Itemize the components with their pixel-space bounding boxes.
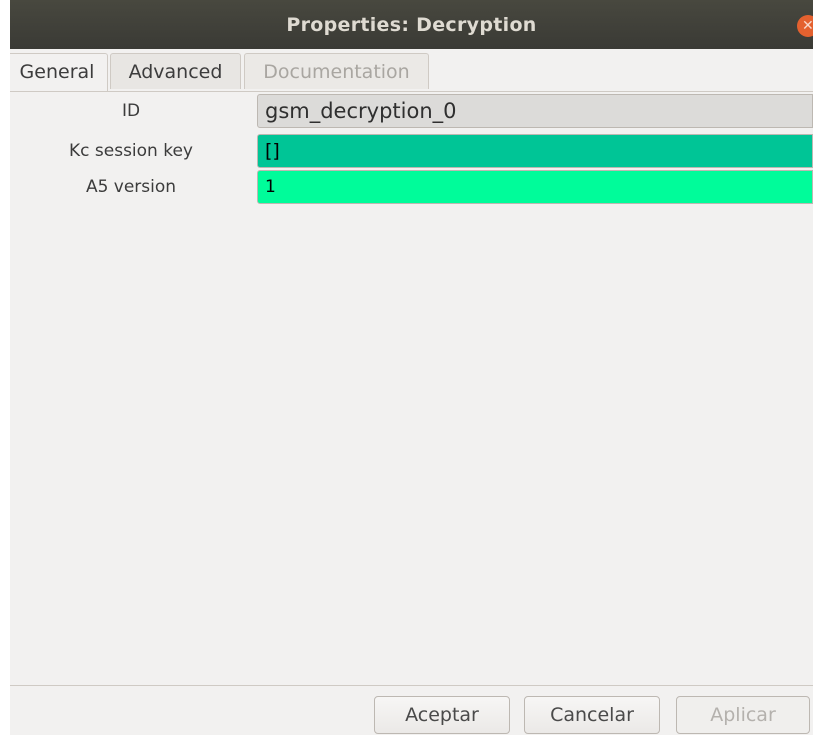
button-separator <box>10 685 813 686</box>
a5-version-field[interactable] <box>257 170 813 204</box>
aceptar-button[interactable]: Aceptar <box>374 696 510 734</box>
field-row-kc-session-key: Kc session key <box>10 134 813 168</box>
id-label: ID <box>121 101 141 121</box>
aplicar-button: Aplicar <box>676 696 810 734</box>
window-title: Properties: Decryption <box>286 13 537 36</box>
field-row-a5-version: A5 version <box>10 170 813 204</box>
a5-version-label: A5 version <box>85 177 177 197</box>
title-bar[interactable]: Properties: Decryption ✕ <box>10 0 813 49</box>
kc-session-key-field[interactable] <box>257 134 813 168</box>
tab-advanced[interactable]: Advanced <box>110 53 241 89</box>
close-icon[interactable]: ✕ <box>797 15 813 37</box>
id-field[interactable] <box>257 94 813 128</box>
cancelar-button[interactable]: Cancelar <box>524 696 660 734</box>
properties-dialog: Properties: Decryption ✕ General Advance… <box>10 0 813 735</box>
tab-documentation: Documentation <box>244 53 429 89</box>
field-row-id: ID <box>10 94 813 128</box>
tab-bar: General Advanced Documentation <box>10 53 813 92</box>
tab-general[interactable]: General <box>10 53 108 91</box>
kc-session-key-label: Kc session key <box>69 141 193 161</box>
